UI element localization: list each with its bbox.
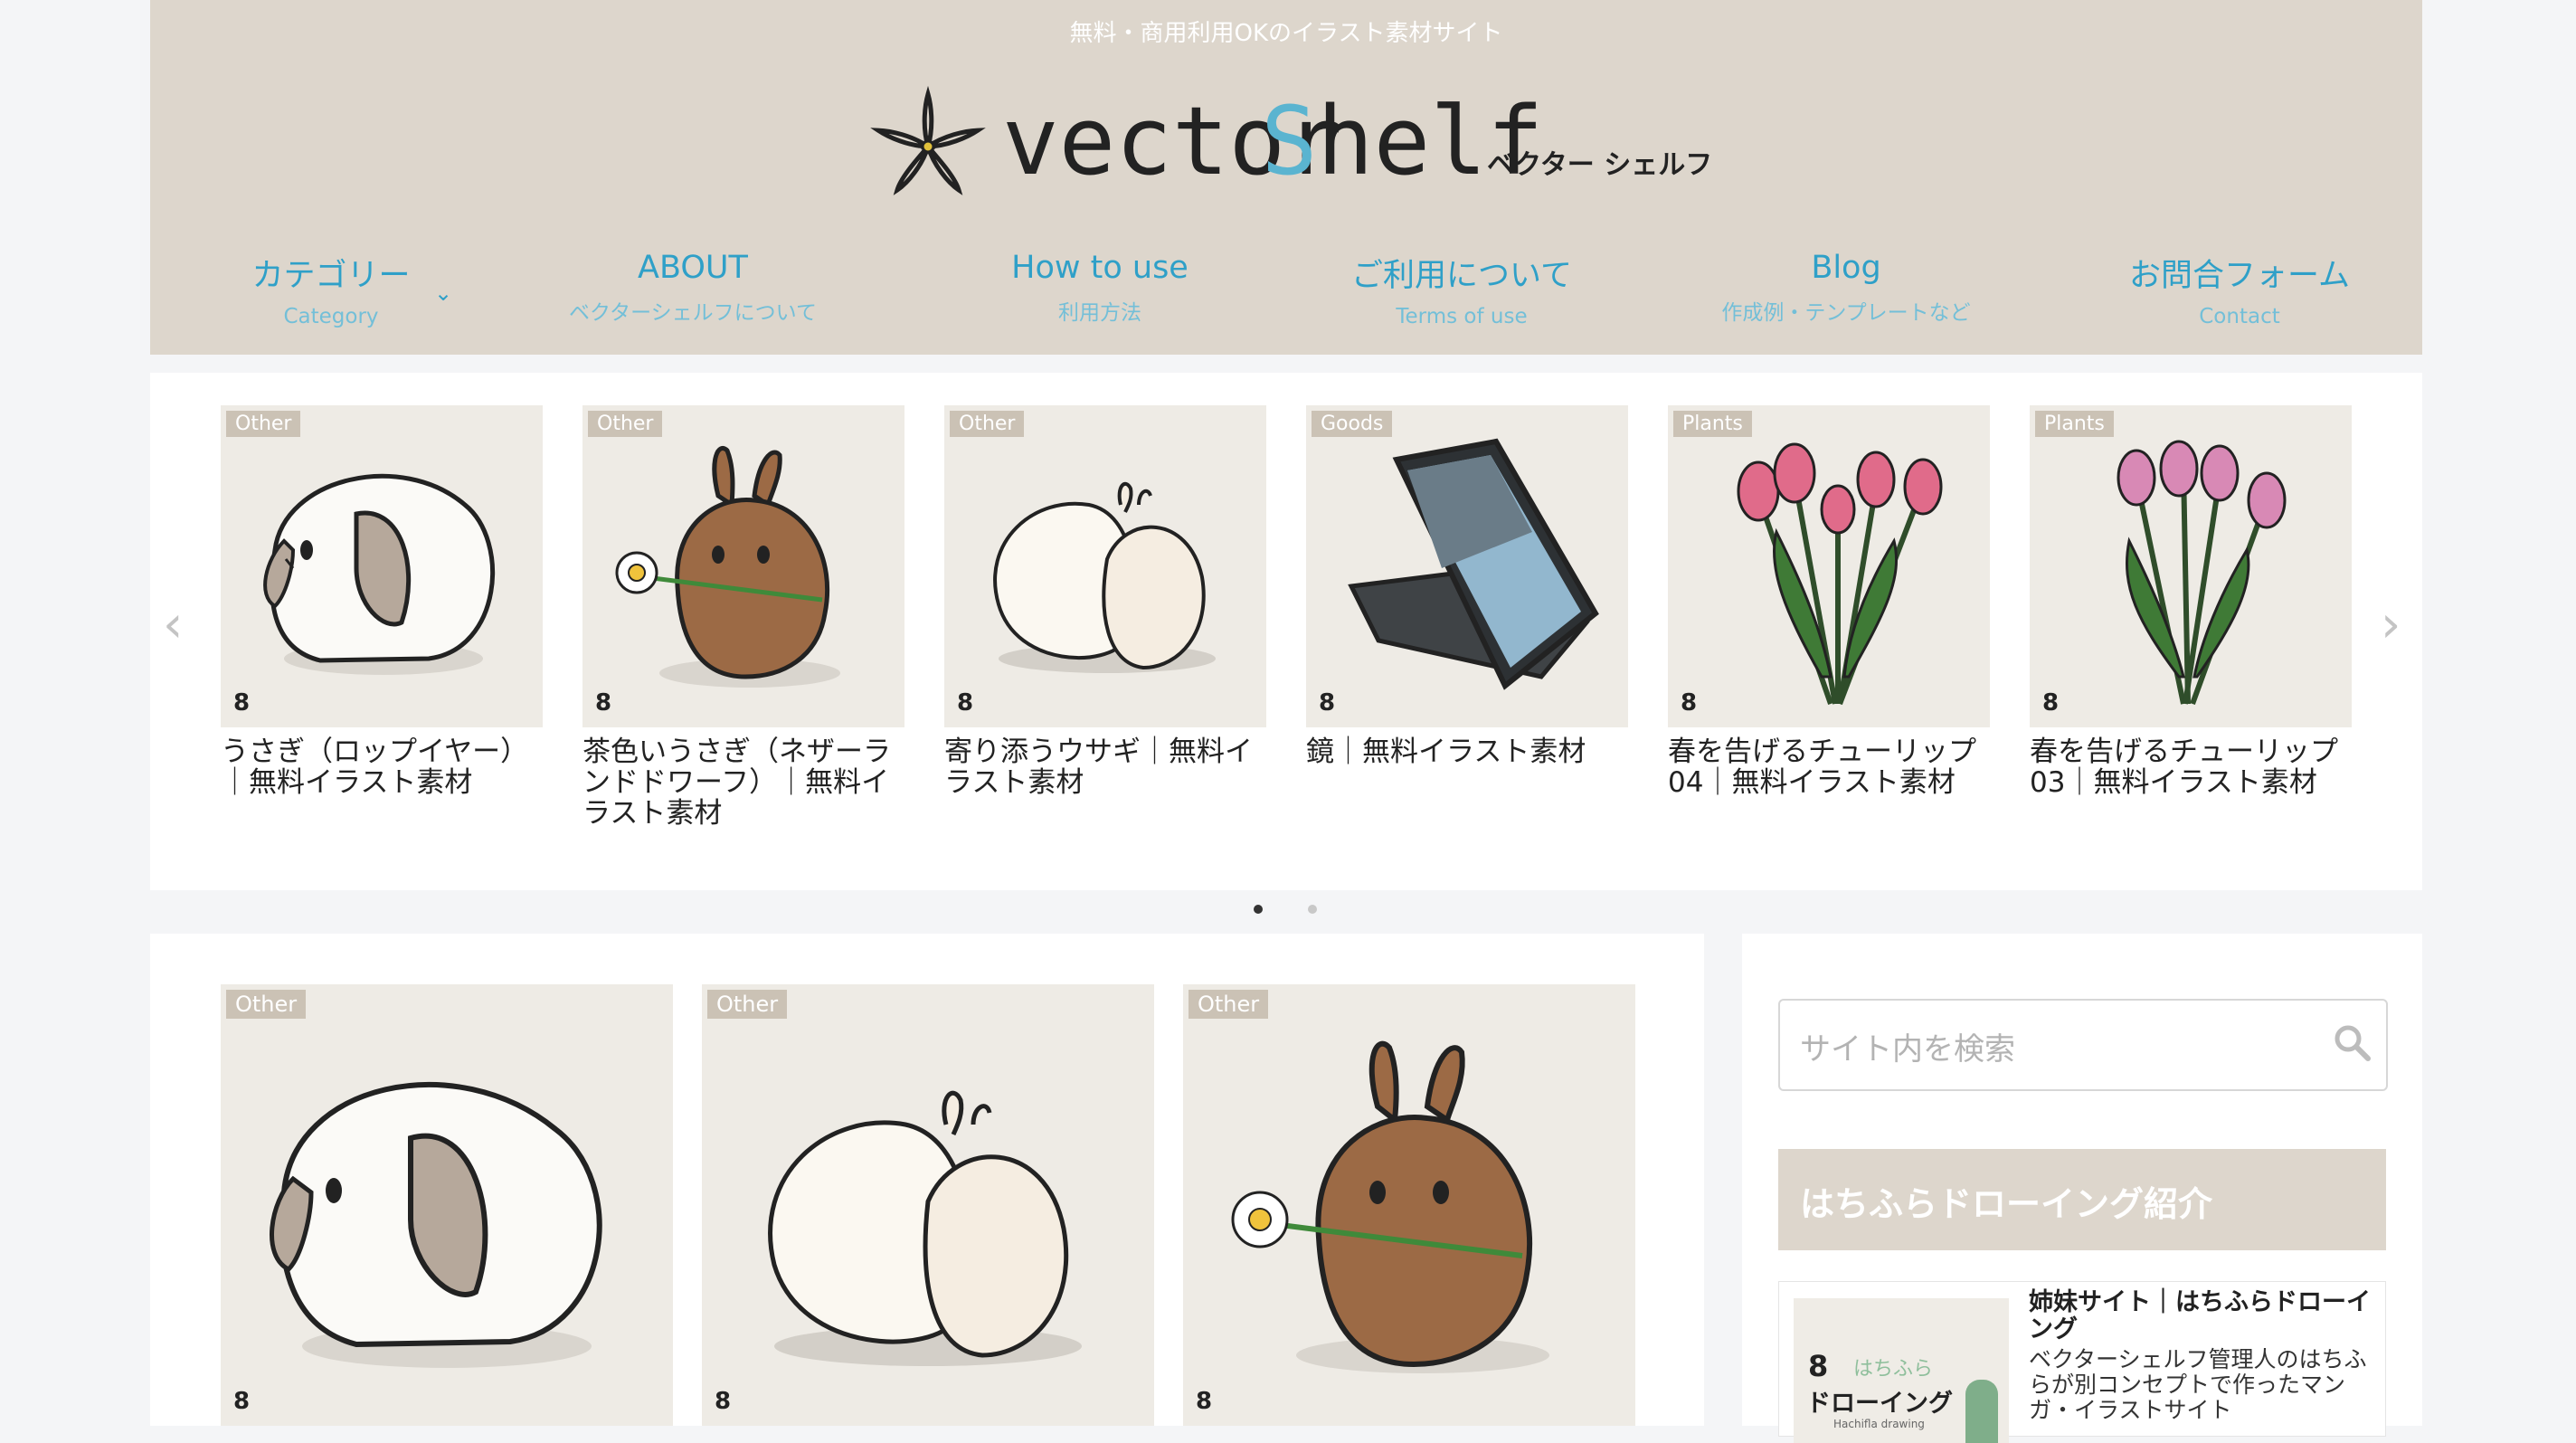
nav-label: Blog (1811, 250, 1881, 286)
main-nav: カテゴリー Category ⌄ ABOUT ベクターシェルフについて How … (150, 250, 2422, 349)
card-thumbnail[interactable]: Other 8 (944, 405, 1266, 727)
category-tag[interactable]: Plants (2035, 411, 2114, 437)
character-figure (1965, 1380, 1998, 1443)
chevron-down-icon[interactable]: ⌄ (434, 280, 452, 306)
nav-sublabel: 作成例・テンプレートなど (1721, 301, 1971, 325)
category-tag[interactable]: Other (588, 411, 663, 437)
main-content: Other 8 Other 8 Other 8 (150, 934, 1704, 1426)
card-thumbnail[interactable]: Goods 8 (1306, 405, 1628, 727)
brand-mark-icon: 8 (1681, 689, 1698, 717)
category-tag[interactable]: Other (1189, 990, 1269, 1019)
nav-item-category[interactable]: カテゴリー Category (204, 250, 458, 328)
lop-rabbit-illustration (270, 1081, 602, 1368)
card-thumbnail[interactable]: Plants 8 (2030, 405, 2352, 727)
cuddling-rabbits-illustration (768, 1090, 1082, 1366)
brand-mark-icon: 8 (957, 689, 974, 717)
sister-site-thumbnail[interactable]: 8 はちふら ドローイング Hachifla drawing (1794, 1298, 2009, 1443)
star-flower-icon (870, 85, 986, 195)
category-tag[interactable]: Other (226, 411, 301, 437)
nav-label: ご利用について (1351, 258, 1572, 294)
card-title[interactable]: 春を告げるチューリップ03｜無料イラスト素材 (2030, 736, 2352, 798)
nav-sublabel: Terms of use (1396, 305, 1528, 328)
carousel-card[interactable]: Other 8 寄り添うウサギ｜無料イラスト素材 (944, 405, 1266, 798)
card-title[interactable]: 寄り添うウサギ｜無料イラスト素材 (944, 736, 1266, 798)
widget-title-text: はちふらドローイング紹介 (1800, 1184, 2213, 1224)
category-tag[interactable]: Goods (1312, 411, 1393, 437)
post-card[interactable]: Other 8 (702, 984, 1154, 1426)
nav-label: How to use (1011, 250, 1189, 286)
nav-label: カテゴリー (251, 258, 411, 294)
brand-mark-icon: 8 (715, 1388, 732, 1415)
nav-item-terms[interactable]: ご利用について Terms of use (1326, 250, 1597, 328)
nav-sublabel: Contact (2199, 305, 2280, 328)
carousel-card[interactable]: Goods 8 鏡｜無料イラスト素材 (1306, 405, 1628, 767)
brand-mark-icon: 8 (1319, 689, 1336, 717)
nav-sublabel: 利用方法 (1058, 301, 1141, 325)
card-title[interactable]: 春を告げるチューリップ04｜無料イラスト素材 (1668, 736, 1990, 798)
nav-label: ABOUT (638, 250, 748, 286)
card-thumbnail[interactable]: Other 8 (221, 405, 543, 727)
thumb-text: ドローイング (1806, 1390, 1953, 1418)
search-icon[interactable] (2332, 1022, 2372, 1066)
nav-label: お問合フォーム (2129, 258, 2350, 294)
search-placeholder: サイト内を検索 (1800, 1031, 2015, 1068)
sister-site-description: ベクターシェルフ管理人のはちふらが別コンセプトで作ったマンガ・イラストサイト (2029, 1346, 2367, 1423)
category-tag[interactable]: Plants (1673, 411, 1752, 437)
nav-sublabel: ベクターシェルフについて (569, 301, 817, 325)
carousel-dot[interactable] (1308, 905, 1317, 914)
lop-rabbit-illustration (263, 473, 496, 675)
sidebar: サイト内を検索 はちふらドローイング紹介 8 はちふら ドローイング Hachi… (1742, 934, 2422, 1443)
svg-text:S: S (1261, 86, 1318, 196)
cuddling-rabbits-illustration (993, 481, 1216, 673)
svg-text:ベクター シェルフ: ベクター シェルフ (1487, 149, 1712, 181)
carousel-prev-button[interactable]: ‹ (163, 595, 183, 654)
nav-item-contact[interactable]: お問合フォーム Contact (2113, 250, 2366, 328)
search-input[interactable]: サイト内を検索 (1778, 999, 2388, 1091)
brand-mark-icon: 8 (2042, 689, 2060, 717)
site-tagline: 無料・商用利用OKのイラスト素材サイト (1069, 20, 1503, 47)
brand-mark-icon: 8 (233, 689, 251, 717)
tulips-pink-illustration (2117, 440, 2287, 706)
card-title[interactable]: 茶色いうさぎ（ネザーランドドワーフ）｜無料イラスト素材 (582, 736, 904, 829)
brand-mark-icon: 8 (1196, 1388, 1213, 1415)
category-tag[interactable]: Other (707, 990, 788, 1019)
site-header: 無料・商用利用OKのイラスト素材サイト vector S helf ベクター シ… (150, 0, 2422, 355)
site-logo[interactable]: vector S helf ベクター シェルフ (150, 83, 2422, 210)
brand-mark-icon: 8 (1808, 1349, 1829, 1383)
widget-title: はちふらドローイング紹介 (1778, 1149, 2386, 1250)
carousel-card[interactable]: Other 8 うさぎ（ロップイヤー）｜無料イラスト素材 (221, 405, 543, 798)
card-title[interactable]: 鏡｜無料イラスト素材 (1306, 736, 1628, 767)
brand-mark-icon: 8 (233, 1388, 251, 1415)
card-title[interactable]: うさぎ（ロップイヤー）｜無料イラスト素材 (221, 736, 543, 798)
thumb-text: はちふら (1853, 1358, 1934, 1381)
sister-site-title[interactable]: 姉妹サイト｜はちふらドローイング (2029, 1289, 2372, 1343)
nav-item-how-to-use[interactable]: How to use 利用方法 (964, 250, 1236, 326)
nav-item-blog[interactable]: Blog 作成例・テンプレートなど (1688, 250, 2004, 326)
brand-mark-icon: 8 (595, 689, 612, 717)
sister-site-card[interactable]: 8 はちふら ドローイング Hachifla drawing 姉妹サイト｜はちふ… (1778, 1281, 2386, 1443)
carousel-card[interactable]: Other 8 茶色いうさぎ（ネザーランドドワーフ）｜無料イラスト素材 (582, 405, 904, 829)
card-thumbnail[interactable]: Other 8 (582, 405, 904, 727)
nav-sublabel: Category (283, 305, 379, 328)
post-card[interactable]: Other 8 (1183, 984, 1635, 1426)
category-tag[interactable]: Other (226, 990, 307, 1019)
carousel-card[interactable]: Plants 8 春を告げるチューリップ04｜無料イラスト素材 (1668, 405, 1990, 798)
nav-item-about[interactable]: ABOUT ベクターシェルフについて (548, 250, 838, 326)
featured-carousel: ‹ › Other 8 うさぎ（ロップイヤー）｜無料イラスト素材 Other 8… (150, 373, 2422, 890)
carousel-card[interactable]: Plants 8 春を告げるチューリップ03｜無料イラスト素材 (2030, 405, 2352, 798)
category-tag[interactable]: Other (950, 411, 1025, 437)
brown-rabbit-illustration (1231, 1040, 1549, 1373)
post-card[interactable]: Other 8 (221, 984, 673, 1426)
carousel-dot-active[interactable] (1254, 905, 1263, 914)
mirror-illustration (1348, 438, 1599, 690)
brown-rabbit-illustration (615, 446, 840, 688)
carousel-next-button[interactable]: › (2381, 595, 2401, 654)
thumb-text: Hachifla drawing (1833, 1418, 1925, 1430)
card-thumbnail[interactable]: Plants 8 (1668, 405, 1990, 727)
tulips-red-illustration (1737, 442, 1943, 706)
